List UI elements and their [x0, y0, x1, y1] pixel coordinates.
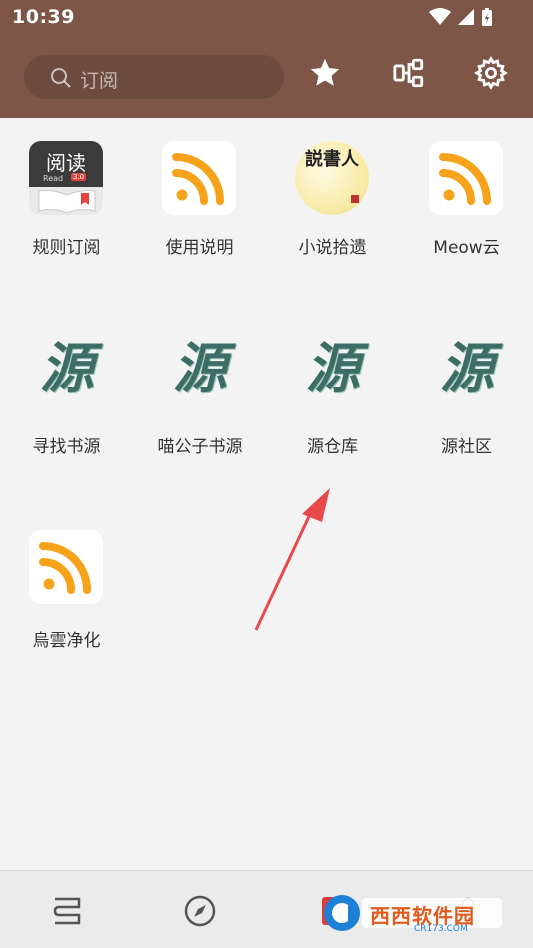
rss-icon	[29, 530, 103, 604]
grid-item-label: 源仓库	[307, 437, 358, 457]
annotation-arrow	[254, 488, 330, 631]
group-tree-icon[interactable]	[392, 56, 426, 90]
seal-text: 説書人	[305, 149, 359, 170]
novel-seal-icon: 説書人	[295, 141, 369, 215]
bookshelf-icon[interactable]	[49, 893, 85, 929]
grid-item-meow-cloud[interactable]: Meow云	[400, 141, 533, 281]
star-icon[interactable]	[308, 56, 342, 90]
grid-item-find-sources[interactable]: 源 寻找书源	[0, 328, 133, 488]
status-icons	[429, 7, 493, 27]
search-input[interactable]: 订阅	[24, 55, 284, 99]
read-icon-title: 阅读	[46, 151, 86, 175]
grid-item-source-repo[interactable]: 源 源仓库	[266, 328, 399, 488]
yuan-calligraphy-icon: 源	[40, 336, 94, 400]
battery-icon	[482, 8, 492, 26]
signal-icon	[458, 9, 474, 25]
grid-item-novel-gleanings[interactable]: 説書人 小说拾遗	[266, 141, 399, 281]
rss-icon	[429, 141, 503, 215]
read-app-icon: 阅读 Read 3.0	[29, 141, 103, 215]
grid-item-label: 喵公子书源	[157, 437, 243, 457]
read-icon-version: 3.0	[71, 173, 87, 181]
rss-icon	[162, 141, 236, 215]
settings-gear-icon[interactable]	[474, 56, 508, 90]
grid-item-label: 使用说明	[165, 238, 234, 258]
book-pages-icon	[38, 190, 96, 213]
grid-item-label: 源社区	[441, 437, 492, 457]
read-icon-sub: Read	[43, 174, 64, 183]
grid-item-label: Meow云	[433, 238, 500, 258]
yuan-calligraphy-icon: 源	[306, 336, 360, 400]
grid-item-label: 小说拾遗	[298, 238, 367, 258]
status-time: 10:39	[12, 6, 75, 28]
grid-item-cloud-purify[interactable]: 烏雲净化	[0, 530, 133, 660]
grid-item-usage-guide[interactable]: 使用说明	[133, 141, 266, 281]
grid-item-source-community[interactable]: 源 源社区	[400, 328, 533, 488]
wifi-icon	[429, 8, 451, 25]
discover-compass-icon[interactable]	[182, 893, 218, 929]
grid-item-meow-sources[interactable]: 源 喵公子书源	[133, 328, 266, 488]
grid-item-rule-subscription[interactable]: 阅读 Read 3.0 规则订阅	[0, 141, 133, 281]
yuan-calligraphy-icon: 源	[173, 336, 227, 400]
top-app-bar: 10:39 订阅	[0, 0, 533, 118]
search-icon	[51, 68, 71, 88]
grid-item-label: 烏雲净化	[32, 631, 101, 651]
screen: 10:39 订阅 阅读 Read 3.0 规则订阅 使用说明 説書人 小说拾遗 …	[0, 0, 533, 948]
watermark-sub: CR173.COM	[414, 924, 468, 934]
search-placeholder: 订阅	[80, 70, 119, 92]
grid-item-label: 寻找书源	[32, 437, 101, 457]
yuan-calligraphy-icon: 源	[440, 336, 494, 400]
grid-item-label: 规则订阅	[32, 238, 101, 258]
watermark-logo: 西西软件园 CR173.COM	[318, 888, 518, 938]
